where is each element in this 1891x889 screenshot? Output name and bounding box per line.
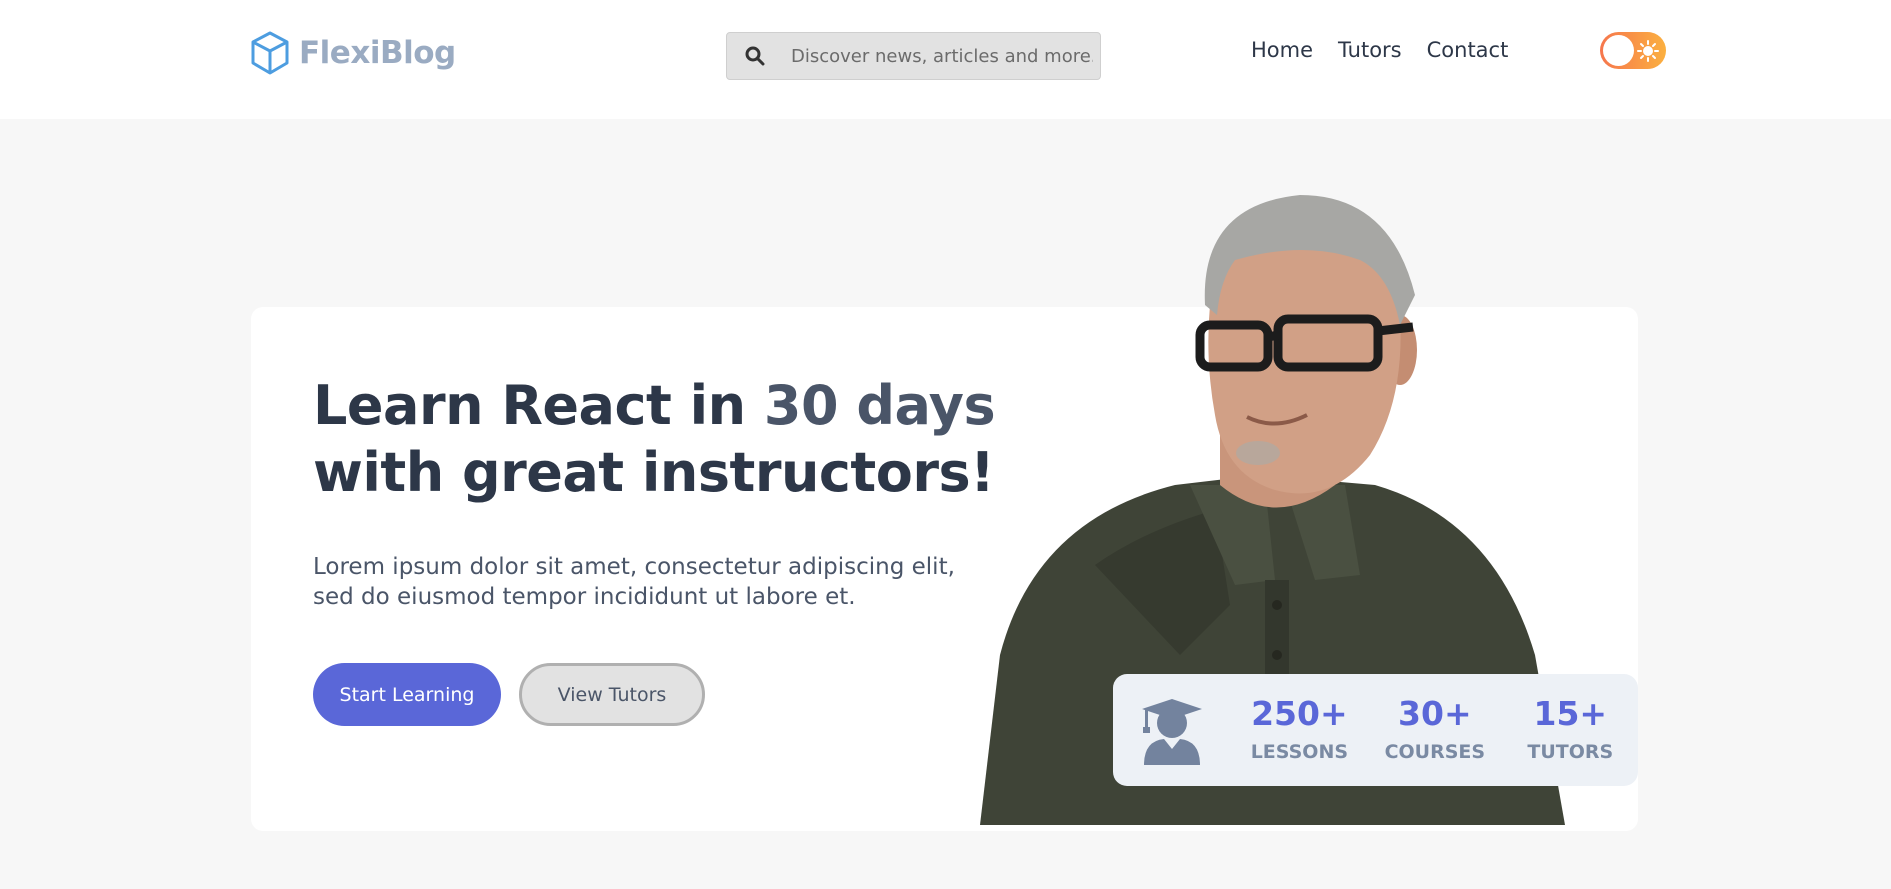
search-icon[interactable]	[727, 46, 783, 66]
stat-courses: 30+ COURSES	[1367, 694, 1502, 767]
search-input[interactable]	[783, 45, 1093, 67]
theme-toggle[interactable]	[1600, 32, 1666, 69]
stat-label: TUTORS	[1527, 740, 1614, 763]
stat-value: 15+	[1533, 693, 1608, 733]
hero-title-part2: with great instructors!	[313, 441, 995, 504]
brand-name: FlexiBlog	[299, 35, 456, 71]
stat-label: COURSES	[1384, 740, 1486, 763]
stat-label: LESSONS	[1250, 740, 1349, 763]
start-learning-button[interactable]: Start Learning	[313, 663, 501, 726]
hero-description: Lorem ipsum dolor sit amet, consectetur …	[313, 554, 955, 610]
hero-title: Learn React in 30 days with great instruc…	[313, 372, 1013, 506]
nav-link-tutors[interactable]: Tutors	[1338, 38, 1402, 62]
stats-panel: 250+ LESSONS 30+ COURSES 15+ TUTORS	[1113, 674, 1638, 786]
toggle-knob	[1603, 35, 1634, 66]
stat-value: 30+	[1398, 693, 1472, 733]
site-header: FlexiBlog Home Tutors Contact	[0, 0, 1891, 119]
hero-title-accent: 30 days	[763, 374, 996, 437]
view-tutors-button[interactable]: View Tutors	[519, 663, 705, 726]
nav-link-home[interactable]: Home	[1251, 38, 1313, 62]
stat-lessons: 250+ LESSONS	[1232, 694, 1367, 767]
search-bar	[726, 32, 1101, 80]
brand-logo[interactable]: FlexiBlog	[249, 30, 456, 76]
graduate-icon	[1142, 699, 1203, 765]
nav-link-contact[interactable]: Contact	[1427, 38, 1509, 62]
main-nav: Home Tutors Contact	[1251, 34, 1508, 66]
cube-icon	[251, 31, 289, 75]
stat-tutors: 15+ TUTORS	[1503, 694, 1638, 767]
stat-value: 250+	[1251, 693, 1348, 733]
stats-icon-wrapper	[1113, 695, 1232, 765]
sun-icon	[1637, 40, 1659, 62]
hero-title-part1: Learn React in	[313, 374, 764, 437]
